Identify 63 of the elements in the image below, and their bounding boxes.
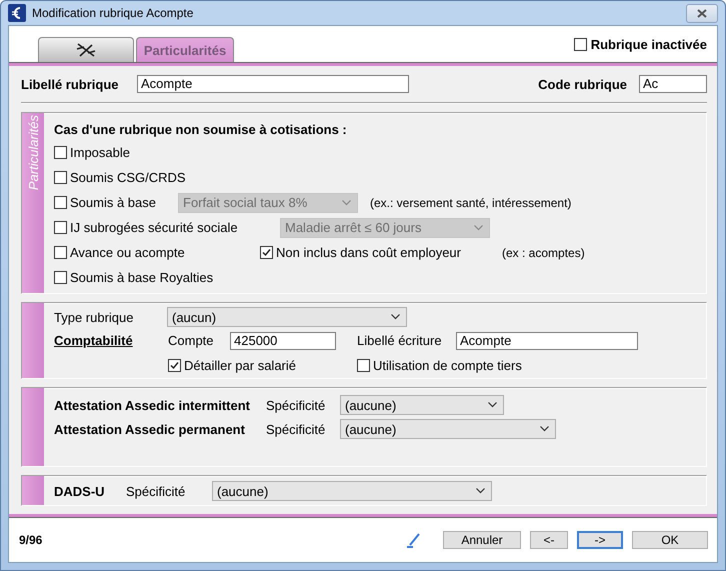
- hint-text: (ex : acomptes): [502, 246, 585, 260]
- dropdown[interactable]: (aucune): [340, 395, 504, 415]
- field-label: Libellé rubrique: [21, 76, 120, 92]
- app-icon: [8, 4, 26, 22]
- window-title: Modification rubrique Acompte: [32, 6, 194, 20]
- input-field[interactable]: Acompte: [456, 332, 638, 350]
- field-label: DADS-U: [54, 484, 106, 498]
- chevron-icon: [488, 402, 497, 408]
- chevron-icon: [342, 200, 351, 206]
- input-field[interactable]: 425000: [230, 332, 336, 350]
- pen-icon: [406, 532, 422, 548]
- section-heading: Cas d'une rubrique non soumise à cotisations :: [54, 122, 347, 137]
- field-label: Code rubrique: [538, 76, 627, 92]
- checkbox-label: Utilisation de compte tiers: [373, 358, 522, 372]
- checkbox-label: Détailler par salarié: [184, 358, 296, 372]
- field-label: Libellé écriture: [357, 333, 443, 348]
- section-link[interactable]: Comptabilité: [54, 333, 168, 348]
- checkbox-label: Rubrique inactivée: [590, 36, 707, 52]
- side-label: Particularités: [26, 115, 40, 190]
- checkbox-label: Imposable: [70, 145, 130, 160]
- footer-button[interactable]: OK: [632, 531, 708, 549]
- hint-text: (ex.: versement santé, intéressement): [370, 196, 572, 210]
- tools-icon: [74, 41, 98, 59]
- checkbox-label: Soumis à base: [70, 195, 156, 210]
- tab[interactable]: [38, 37, 134, 62]
- checkbox-label: IJ subrogées sécurité sociale: [70, 220, 238, 235]
- field-label: Type rubrique: [54, 310, 134, 324]
- checkbox[interactable]: [54, 246, 67, 259]
- checkbox-label: Avance ou acompte: [70, 245, 185, 260]
- section-strip: [22, 476, 44, 505]
- close-button[interactable]: [686, 4, 718, 22]
- footer-button[interactable]: <-: [530, 531, 568, 549]
- checkbox[interactable]: [574, 38, 587, 50]
- checkbox[interactable]: [54, 171, 67, 184]
- checkbox[interactable]: [54, 221, 67, 234]
- field-label: Compte: [168, 333, 215, 348]
- checkbox[interactable]: [54, 196, 67, 209]
- checkbox[interactable]: [54, 271, 67, 284]
- field-label: Spécificité: [266, 398, 326, 412]
- field-label: Attestation Assedic permanent: [54, 422, 246, 436]
- field-label: Spécificité: [266, 422, 326, 436]
- checkbox[interactable]: [54, 146, 67, 159]
- footer-button[interactable]: ->: [577, 531, 623, 549]
- chevron-icon: [391, 314, 400, 320]
- checkbox[interactable]: [260, 246, 273, 259]
- field-label: Attestation Assedic intermittent: [54, 398, 251, 412]
- dropdown[interactable]: (aucun): [167, 307, 407, 327]
- checkbox[interactable]: [168, 358, 181, 372]
- checkbox-label: Soumis CSG/CRDS: [70, 170, 186, 185]
- checkbox-label: Non inclus dans coût employeur: [276, 245, 461, 260]
- chevron-icon: [476, 488, 485, 494]
- record-counter: 9/96: [19, 533, 42, 547]
- field-label: Spécificité: [126, 484, 186, 498]
- dropdown[interactable]: (aucune): [212, 481, 492, 501]
- input-field[interactable]: Acompte: [137, 75, 409, 93]
- close-icon: [697, 8, 707, 18]
- footer-button[interactable]: Annuler: [443, 531, 521, 549]
- input-field[interactable]: Ac: [639, 75, 707, 93]
- dropdown[interactable]: (aucune): [340, 419, 556, 439]
- chevron-icon: [540, 426, 549, 432]
- checkbox-label: Soumis à base Royalties: [70, 270, 214, 285]
- chevron-icon: [474, 224, 483, 230]
- checkbox[interactable]: [357, 358, 370, 372]
